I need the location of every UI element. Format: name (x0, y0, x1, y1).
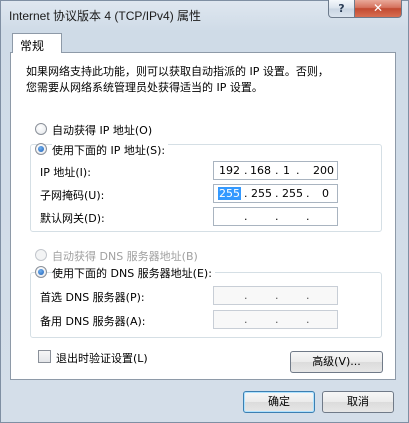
validate-on-exit-checkbox[interactable] (38, 350, 51, 363)
gateway-dot: . (244, 210, 248, 223)
ip-address-octet-4[interactable]: 200 (308, 164, 334, 177)
tab-general[interactable]: 常规 (12, 33, 62, 53)
subnet-mask-octet-1[interactable]: 255 (218, 187, 241, 200)
subnet-mask-octet-3[interactable]: 255 (277, 187, 303, 200)
subnet-mask-octet-4[interactable]: 0 (303, 187, 329, 200)
alternate-dns-dot: . (244, 313, 248, 326)
ip-address-octet-1[interactable]: 192 (214, 164, 240, 177)
advanced-button[interactable]: 高级(V)... (290, 351, 383, 373)
cancel-button[interactable]: 取消 (322, 391, 394, 413)
description-line-2: 您需要从网络系统管理员处获得适当的 IP 设置。 (26, 81, 263, 94)
gateway-dot: . (275, 210, 279, 223)
ip-address-input[interactable]: 192 . 168 . 1 . 200 (213, 161, 338, 180)
radio-manual-ip[interactable] (35, 143, 47, 155)
help-icon: ? (338, 2, 345, 15)
preferred-dns-dot: . (244, 289, 248, 302)
alternate-dns-dot: . (306, 313, 310, 326)
validate-on-exit-label[interactable]: 退出时验证设置(L) (56, 350, 148, 366)
manual-ip-label[interactable]: 使用下面的 IP 地址(S): (52, 142, 169, 158)
close-icon: ✕ (372, 1, 384, 15)
subnet-mask-input[interactable]: 255 . 255 . 255 . 0 (213, 184, 338, 203)
preferred-dns-label: 首选 DNS 服务器(P): (40, 291, 145, 304)
preferred-dns-dot: . (275, 289, 279, 302)
subnet-mask-octet-2[interactable]: 255 (246, 187, 272, 200)
radio-manual-dns[interactable] (35, 266, 47, 278)
subnet-mask-label: 子网掩码(U): (40, 189, 105, 202)
auto-ip-label[interactable]: 自动获得 IP 地址(O) (52, 122, 152, 138)
alternate-dns-input[interactable]: . . . (213, 310, 338, 329)
radio-auto-dns[interactable] (35, 249, 47, 261)
alternate-dns-label: 备用 DNS 服务器(A): (40, 315, 146, 328)
ip-address-dot: . (296, 164, 300, 177)
preferred-dns-dot: . (306, 289, 310, 302)
gateway-dot: . (306, 210, 310, 223)
alternate-dns-dot: . (275, 313, 279, 326)
help-button[interactable]: ? (328, 0, 355, 18)
default-gateway-input[interactable]: . . . (213, 207, 338, 226)
radio-auto-ip[interactable] (35, 123, 47, 135)
ip-address-label: IP 地址(I): (40, 166, 91, 179)
default-gateway-label: 默认网关(D): (40, 212, 105, 225)
manual-dns-label[interactable]: 使用下面的 DNS 服务器地址(E): (52, 265, 215, 281)
preferred-dns-input[interactable]: . . . (213, 286, 338, 305)
close-button[interactable]: ✕ (354, 0, 402, 18)
ip-address-octet-3[interactable]: 1 (264, 164, 290, 177)
window-title: Internet 协议版本 4 (TCP/IPv4) 属性 (9, 9, 202, 23)
tab-general-label: 常规 (20, 39, 45, 53)
description-text: 如果网络支持此功能，则可以获取自动指派的 IP 设置。否则， 您需要从网络系统管… (26, 64, 386, 96)
ok-button[interactable]: 确定 (243, 391, 315, 413)
description-line-1: 如果网络支持此功能，则可以获取自动指派的 IP 设置。否则， (26, 65, 329, 78)
auto-dns-label[interactable]: 自动获得 DNS 服务器地址(B) (52, 248, 198, 264)
